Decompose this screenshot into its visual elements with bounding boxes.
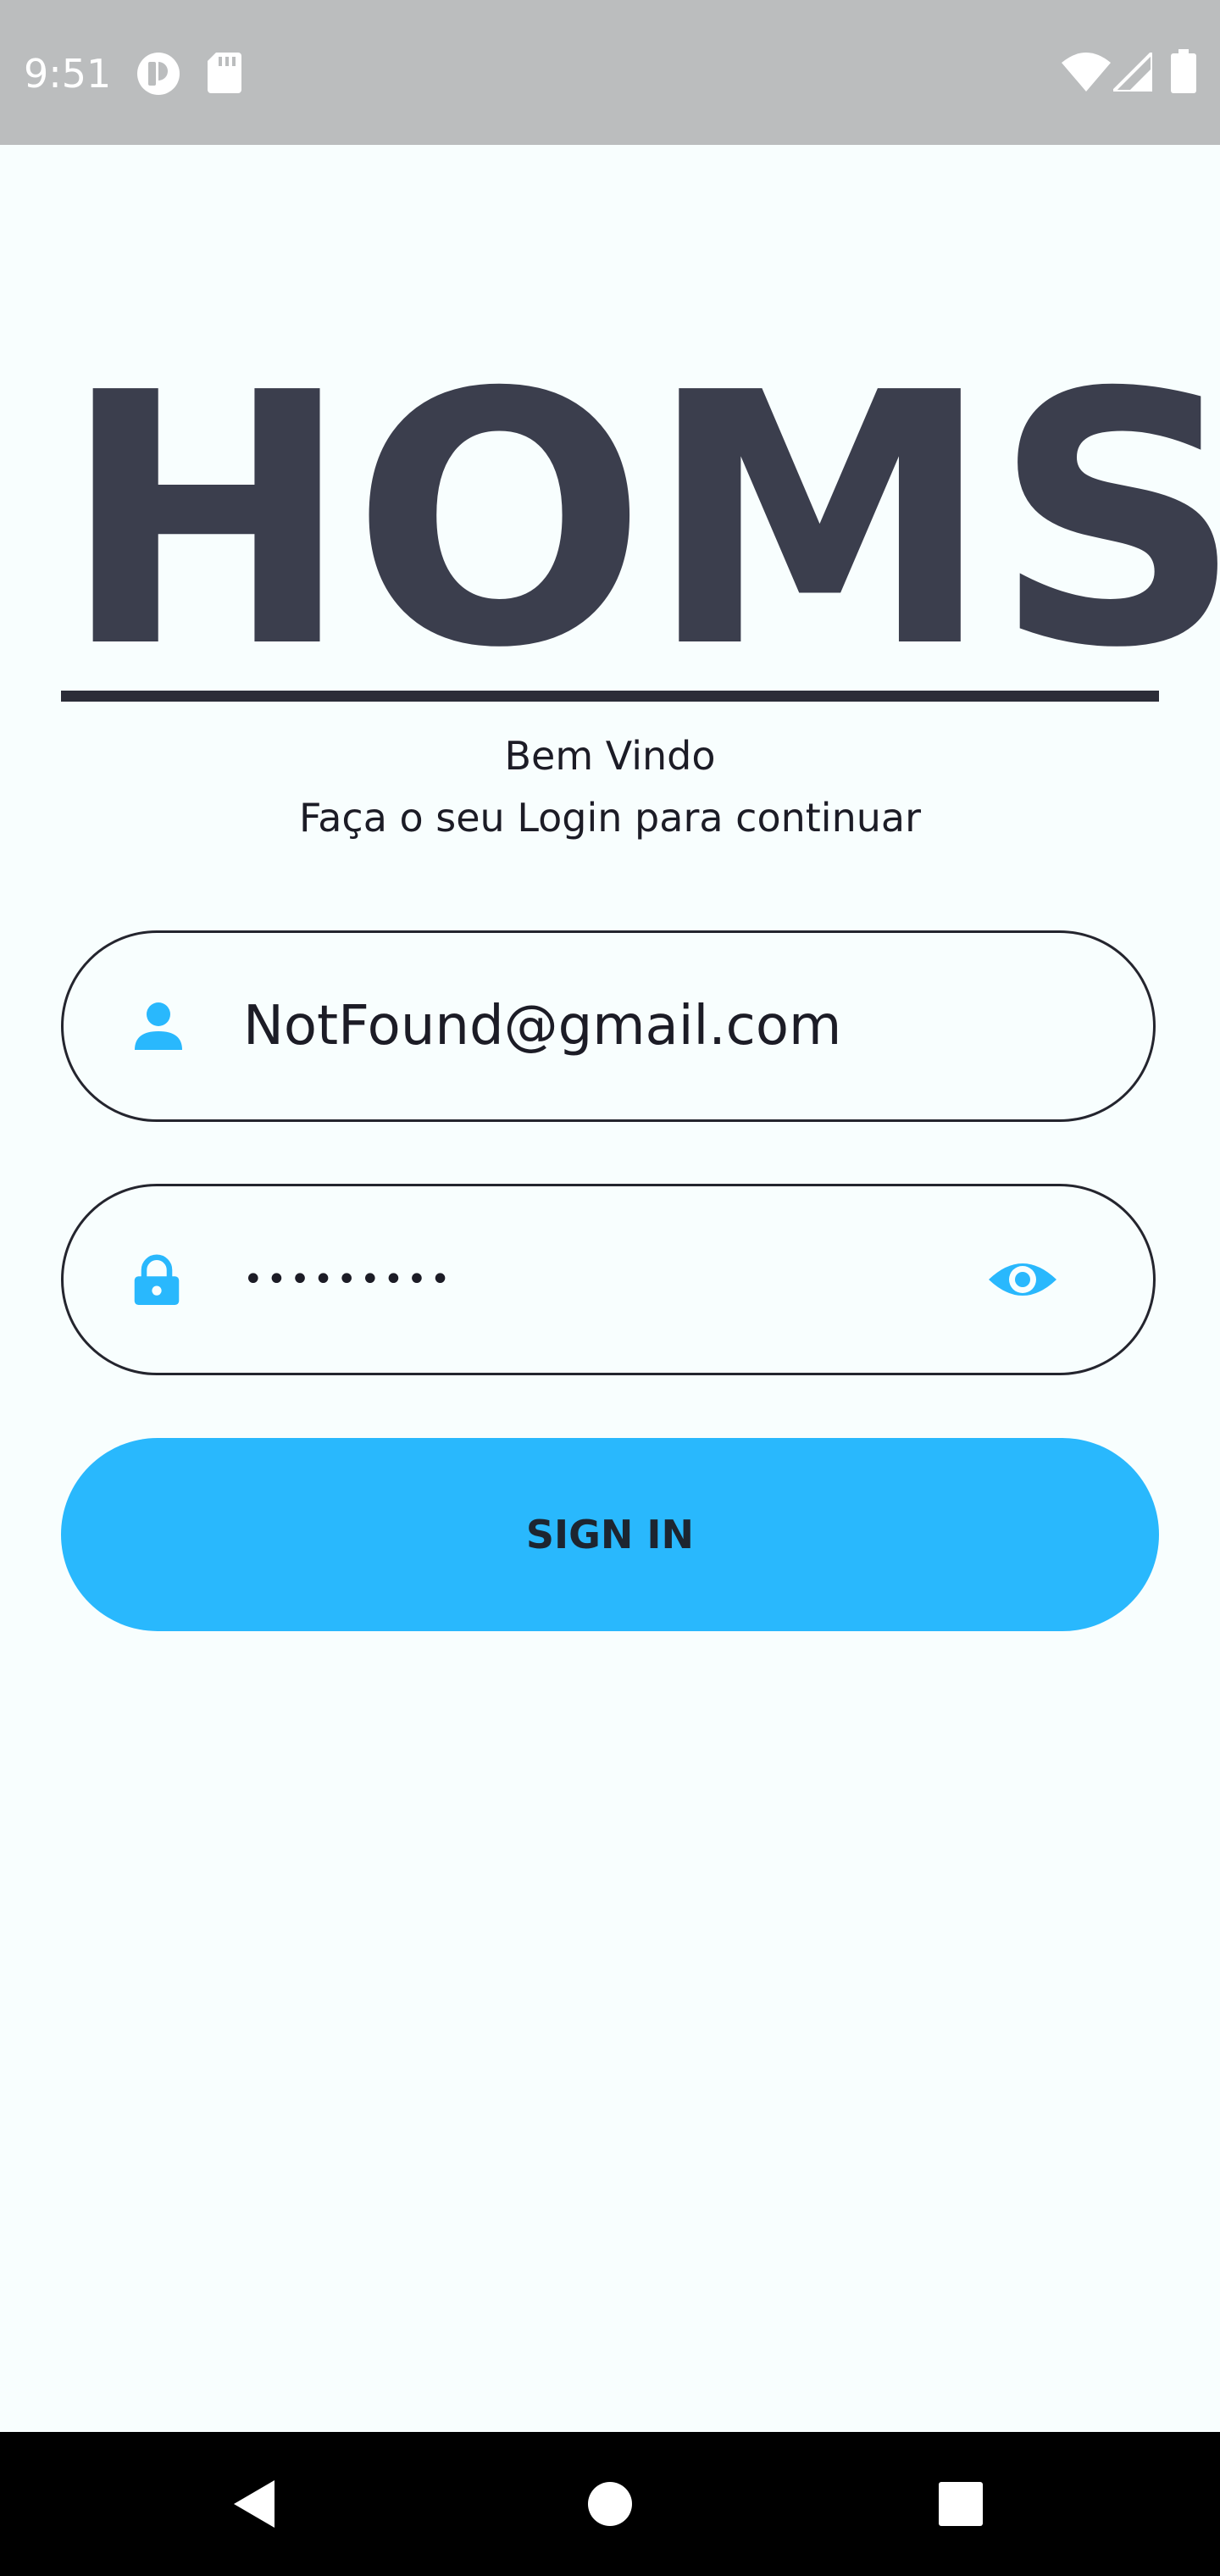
status-time: 9:51 xyxy=(24,51,112,97)
cell-signal-icon xyxy=(1113,53,1152,92)
lock-icon xyxy=(134,1254,180,1305)
recents-icon[interactable] xyxy=(927,2470,995,2538)
app-notification-icon xyxy=(137,53,180,95)
battery-icon xyxy=(1171,49,1196,93)
email-value[interactable]: NotFound@gmail.com xyxy=(243,995,841,1058)
eye-icon[interactable] xyxy=(987,1244,1058,1315)
back-icon[interactable] xyxy=(220,2470,288,2538)
logo-divider xyxy=(61,691,1159,702)
navigation-bar xyxy=(0,2432,1220,2576)
app-logo: HOMS xyxy=(61,319,1220,724)
status-bar: 9:51 xyxy=(0,0,1220,145)
email-field[interactable]: NotFound@gmail.com xyxy=(61,930,1156,1122)
welcome-title: Bem Vindo xyxy=(504,733,716,779)
home-icon[interactable] xyxy=(576,2470,644,2538)
wifi-icon xyxy=(1062,53,1111,92)
sd-card-icon xyxy=(208,53,241,93)
password-value[interactable]: ••••••••• xyxy=(243,1260,453,1299)
person-icon xyxy=(135,1002,182,1050)
sign-in-button[interactable]: SIGN IN xyxy=(61,1438,1159,1631)
welcome-subtitle: Faça o seu Login para continuar xyxy=(299,795,921,841)
password-field[interactable]: ••••••••• xyxy=(61,1184,1156,1375)
